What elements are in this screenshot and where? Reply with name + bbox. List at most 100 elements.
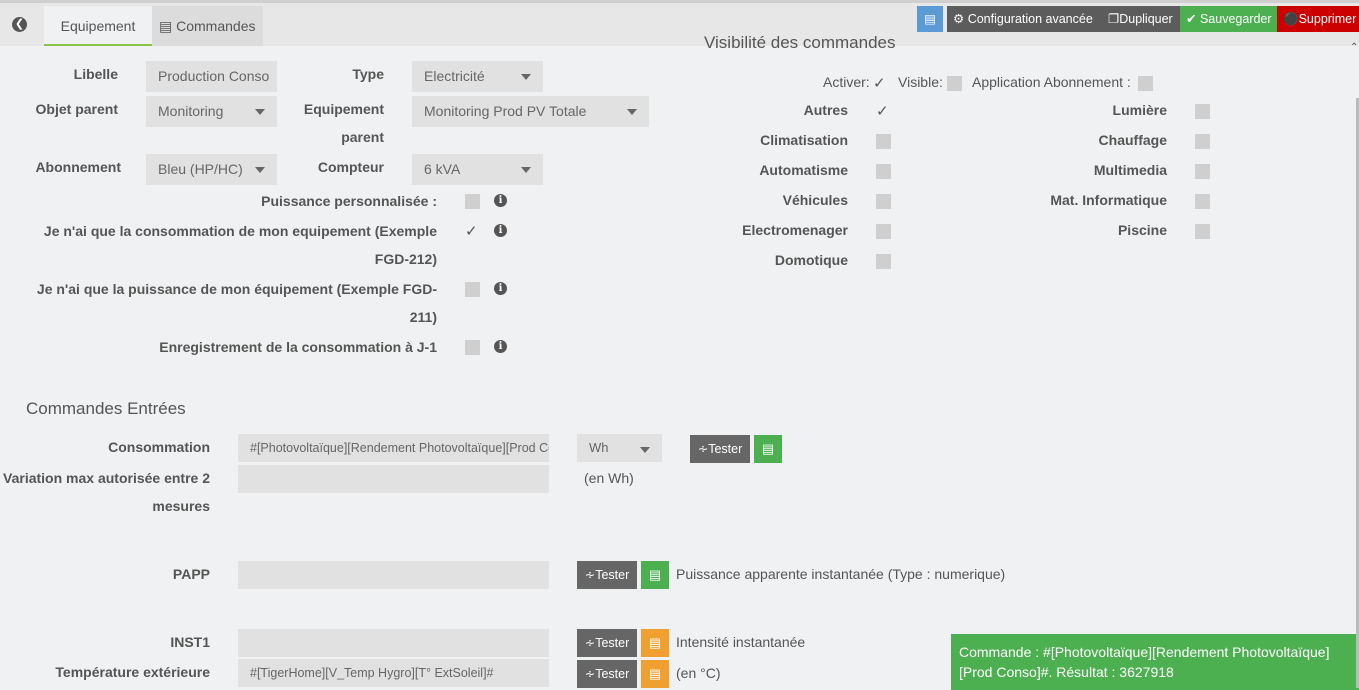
history-button[interactable]: ▤: [641, 561, 669, 589]
objet-parent-label: Objet parent: [35, 101, 118, 117]
button-label: Sauvegarder: [1199, 12, 1272, 26]
toast-line: [Prod Conso]#. Résultat : 3627918: [959, 664, 1174, 680]
history-button[interactable]: ▤: [641, 660, 669, 688]
category-checkbox[interactable]: [876, 224, 891, 239]
category-label: Piscine: [1117, 222, 1167, 238]
tester-button[interactable]: ∻Tester: [690, 435, 750, 463]
abonnement-label: Abonnement: [35, 159, 121, 175]
history-button[interactable]: ▤: [754, 435, 782, 463]
info-icon[interactable]: i: [494, 282, 507, 295]
category-checkbox[interactable]: [876, 134, 891, 149]
abonnement-select[interactable]: Bleu (HP/HC): [146, 154, 277, 185]
result-toast[interactable]: Commande : #[Photovoltaïque][Rendement P…: [951, 634, 1359, 690]
visibility-title: Visibilité des commandes: [704, 33, 896, 52]
supprimer-button[interactable]: ⚫Supprimer: [1277, 6, 1359, 32]
libelle-input[interactable]: Production Conso: [146, 61, 277, 92]
button-label: Tester: [708, 442, 743, 456]
variation-input[interactable]: [238, 465, 549, 493]
info-icon[interactable]: i: [494, 340, 507, 353]
category-checkbox[interactable]: [876, 194, 891, 209]
document-icon: ▤: [924, 12, 936, 26]
doc-button[interactable]: ▤: [917, 6, 943, 32]
button-label: Tester: [595, 568, 630, 582]
variation-label: Variation max autorisée entre 2: [3, 470, 210, 486]
category-label: Lumière: [1112, 102, 1167, 118]
papp-label: PAPP: [172, 566, 210, 582]
tester-button[interactable]: ∻Tester: [577, 561, 637, 589]
application-checkbox[interactable]: [1138, 76, 1153, 91]
category-label: Véhicules: [782, 192, 848, 208]
category-checkbox[interactable]: [1195, 164, 1210, 179]
button-label: Supprimer: [1298, 12, 1357, 26]
sauvegarder-button[interactable]: ✔ Sauvegarder: [1180, 6, 1277, 32]
option-label-2: FGD-212): [374, 251, 437, 267]
scroll-up-icon[interactable]: ⌃: [1350, 42, 1358, 53]
rss-icon: ∻: [584, 636, 596, 650]
activer-checkbox[interactable]: ✓: [873, 76, 888, 91]
tab-equipement[interactable]: Equipement: [44, 6, 152, 46]
category-label: Automatisme: [759, 162, 848, 178]
autres-checkbox[interactable]: ✓: [876, 104, 891, 119]
button-label: Tester: [595, 636, 630, 650]
option-label: Puissance personnalisée :: [261, 193, 437, 209]
check-circle-icon: ✔: [1186, 12, 1197, 26]
category-checkbox[interactable]: [1195, 104, 1210, 119]
temp-input[interactable]: #[TigerHome][V_Temp Hygro][T° ExtSoleil]…: [238, 659, 549, 687]
equipement-parent-label: Equipement: [303, 101, 384, 117]
category-checkbox[interactable]: [1195, 134, 1210, 149]
tab-commandes[interactable]: ▤ Commandes: [152, 6, 263, 46]
tester-button[interactable]: ∻Tester: [577, 629, 637, 657]
list-icon: ▤: [648, 666, 662, 681]
minus-circle-icon: ⚫: [1283, 12, 1299, 26]
temp-note: (en °C): [676, 665, 721, 681]
inst1-label: INST1: [170, 634, 210, 650]
type-select[interactable]: Electricité: [412, 61, 543, 92]
unit-select[interactable]: Wh: [577, 434, 662, 462]
application-label: Application Abonnement :: [972, 74, 1131, 90]
objet-parent-select[interactable]: Monitoring: [146, 96, 277, 127]
puissance-only-checkbox[interactable]: [465, 282, 480, 297]
config-avancee-button[interactable]: ⚙ Configuration avancée: [947, 6, 1102, 32]
j1-checkbox[interactable]: [465, 340, 480, 355]
category-label: Climatisation: [760, 132, 848, 148]
info-icon[interactable]: i: [494, 194, 507, 207]
history-button[interactable]: ▤: [641, 629, 669, 657]
visible-label: Visible:: [898, 74, 943, 90]
consommation-label: Consommation: [108, 439, 210, 455]
gears-icon: ⚙: [953, 12, 965, 26]
compteur-select[interactable]: 6 kVA: [412, 154, 543, 185]
inst1-input[interactable]: [238, 629, 549, 657]
conso-only-checkbox[interactable]: ✓: [465, 224, 480, 239]
toast-line: Commande : #[Photovoltaïque][Rendement P…: [959, 644, 1330, 660]
back-button[interactable]: ❮: [12, 17, 27, 32]
category-label: Domotique: [774, 252, 848, 268]
consommation-input[interactable]: #[Photovoltaïque][Rendement Photovoltaïq…: [238, 434, 549, 462]
category-checkbox[interactable]: [876, 254, 891, 269]
option-label: Je n'ai que la puissance de mon équipeme…: [36, 281, 437, 297]
rss-icon: ∻: [584, 568, 596, 582]
activer-label: Activer:: [823, 74, 870, 90]
rss-icon: ∻: [697, 442, 709, 456]
puissance-perso-checkbox[interactable]: [465, 194, 480, 209]
variation-note: (en Wh): [584, 470, 634, 486]
list-icon: ▤: [648, 567, 662, 582]
libelle-label: Libelle: [73, 66, 118, 82]
type-label: Type: [352, 66, 384, 82]
category-checkbox[interactable]: [1195, 224, 1210, 239]
tester-button[interactable]: ∻Tester: [577, 660, 637, 688]
compteur-label: Compteur: [317, 159, 384, 175]
papp-note: Puissance apparente instantanée (Type : …: [676, 566, 1006, 582]
dupliquer-button[interactable]: ❐Dupliquer: [1102, 6, 1180, 32]
option-label-2: 211): [409, 309, 437, 325]
list-icon: ▤: [761, 441, 775, 456]
papp-input[interactable]: [238, 561, 549, 589]
category-checkbox[interactable]: [876, 164, 891, 179]
visible-checkbox[interactable]: [947, 76, 962, 91]
list-icon: ▤: [159, 18, 173, 34]
tab-label: Commandes: [176, 18, 256, 34]
category-checkbox[interactable]: [1195, 194, 1210, 209]
temp-label: Température extérieure: [55, 664, 210, 680]
tab-label: Equipement: [60, 18, 136, 34]
equipement-parent-select[interactable]: Monitoring Prod PV Totale: [412, 96, 649, 127]
info-icon[interactable]: i: [494, 224, 507, 237]
